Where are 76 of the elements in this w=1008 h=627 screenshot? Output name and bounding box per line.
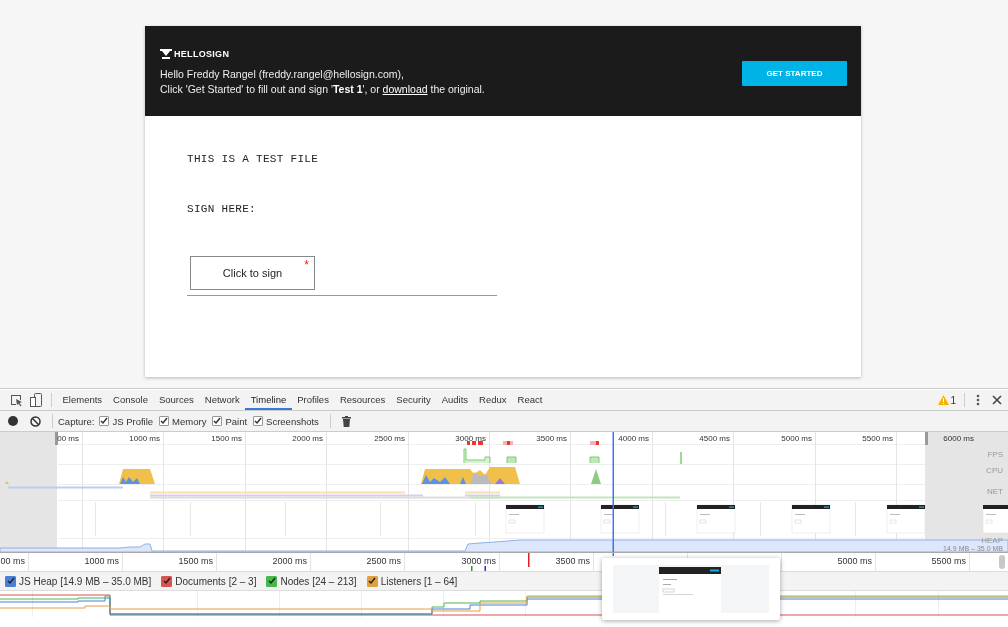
close-icon bbox=[992, 395, 1002, 405]
document-text: SIGN HERE: bbox=[187, 203, 256, 217]
checkmark-icon bbox=[254, 417, 263, 425]
sign-field[interactable]: Click to sign * bbox=[190, 256, 315, 290]
logo-text: HELLOSIGN bbox=[174, 49, 230, 59]
checkmark-icon bbox=[100, 417, 109, 425]
tick-label: 5500 ms bbox=[862, 434, 893, 443]
warning-counter[interactable]: 1 bbox=[935, 394, 959, 406]
tick-label: 5000 ms bbox=[781, 434, 812, 443]
tick-label: 2000 ms bbox=[292, 434, 323, 443]
logo-icon bbox=[160, 49, 172, 59]
lane-label: CPU bbox=[986, 466, 1003, 475]
tick-label: 00 ms bbox=[0, 556, 25, 566]
lane-label: HEAP bbox=[981, 536, 1003, 545]
tick-label: 5000 ms bbox=[837, 556, 872, 566]
tab[interactable]: Profiles bbox=[291, 390, 335, 410]
tick-label: 1000 ms bbox=[84, 556, 119, 566]
counter-checkbox[interactable]: JS Heap [14.9 MB – 35.0 MB] bbox=[5, 575, 152, 587]
capture-label: Capture: bbox=[58, 415, 95, 427]
warning-icon bbox=[938, 395, 950, 405]
tab[interactable]: Audits bbox=[436, 390, 474, 410]
required-mark: * bbox=[304, 258, 309, 272]
more-icon bbox=[976, 394, 980, 406]
checkmark-icon bbox=[213, 417, 222, 425]
tab[interactable]: Network bbox=[199, 390, 246, 410]
time-marker bbox=[528, 553, 530, 567]
clear-icon bbox=[30, 415, 41, 427]
tick-label: 4500 ms bbox=[699, 434, 730, 443]
inspect-icon bbox=[9, 393, 23, 407]
tick-label: 3500 ms bbox=[536, 434, 567, 443]
time-marker bbox=[471, 566, 473, 571]
checkmark-icon bbox=[160, 417, 169, 425]
lane-label: NET bbox=[987, 487, 1003, 496]
greeting-text: Hello Freddy Rangel (freddy.rangel@hellosign.com), bbox=[160, 68, 405, 80]
scrollbar-thumb bbox=[999, 555, 1005, 569]
tick-label: 2500 ms bbox=[374, 434, 405, 443]
range-handle bbox=[55, 432, 58, 445]
tick-label: 5500 ms bbox=[931, 556, 966, 566]
checkmark-icon bbox=[162, 577, 171, 585]
tick-label: 3000 ms bbox=[455, 434, 486, 443]
tick-label: 2500 ms bbox=[366, 556, 401, 566]
instruction-text: Click 'Get Started' to fill out and sign 'Test 1', or download the original. bbox=[160, 83, 485, 95]
tick-label: 3500 ms bbox=[555, 556, 590, 566]
tick-label: 3000 ms bbox=[461, 556, 496, 566]
trash-icon bbox=[341, 415, 351, 427]
tick-label: 1500 ms bbox=[211, 434, 242, 443]
record-icon bbox=[8, 416, 18, 426]
tick-label: 1500 ms bbox=[178, 556, 213, 566]
checkmark-icon bbox=[368, 577, 377, 585]
lane-label: FPS bbox=[987, 450, 1003, 459]
tab[interactable]: Security bbox=[390, 390, 437, 410]
tab[interactable]: Redux bbox=[473, 390, 513, 410]
checkmark-icon bbox=[267, 577, 276, 585]
capture-checkbox[interactable]: Memory bbox=[159, 415, 207, 427]
counter-checkbox[interactable]: Documents [2 – 3] bbox=[161, 575, 257, 587]
tab[interactable]: Sources bbox=[153, 390, 200, 410]
counter-checkbox[interactable]: Listeners [1 – 64] bbox=[366, 575, 458, 587]
counter-checkbox[interactable]: Nodes [24 – 213] bbox=[266, 575, 357, 587]
tick-label: 00 ms bbox=[57, 434, 79, 443]
document-text: THIS IS A TEST FILE bbox=[187, 153, 319, 167]
tab[interactable]: Resources bbox=[334, 390, 391, 410]
download-link[interactable]: download bbox=[382, 83, 428, 95]
device-icon bbox=[30, 393, 42, 407]
tick-label: 6000 ms bbox=[943, 434, 974, 443]
range-handle bbox=[925, 432, 928, 445]
capture-checkbox[interactable]: JS Profile bbox=[99, 415, 154, 427]
tick-label: 4000 ms bbox=[618, 434, 649, 443]
capture-checkbox[interactable]: Paint bbox=[212, 415, 248, 427]
tab[interactable]: Console bbox=[107, 390, 154, 410]
tick-label: 2000 ms bbox=[272, 556, 307, 566]
capture-checkbox[interactable]: Screenshots bbox=[253, 415, 319, 427]
tick-label: 1000 ms bbox=[129, 434, 160, 443]
time-marker bbox=[484, 566, 486, 571]
tab[interactable]: React bbox=[512, 390, 548, 410]
tab[interactable]: Elements bbox=[57, 390, 108, 410]
checkmark-icon bbox=[6, 577, 15, 585]
